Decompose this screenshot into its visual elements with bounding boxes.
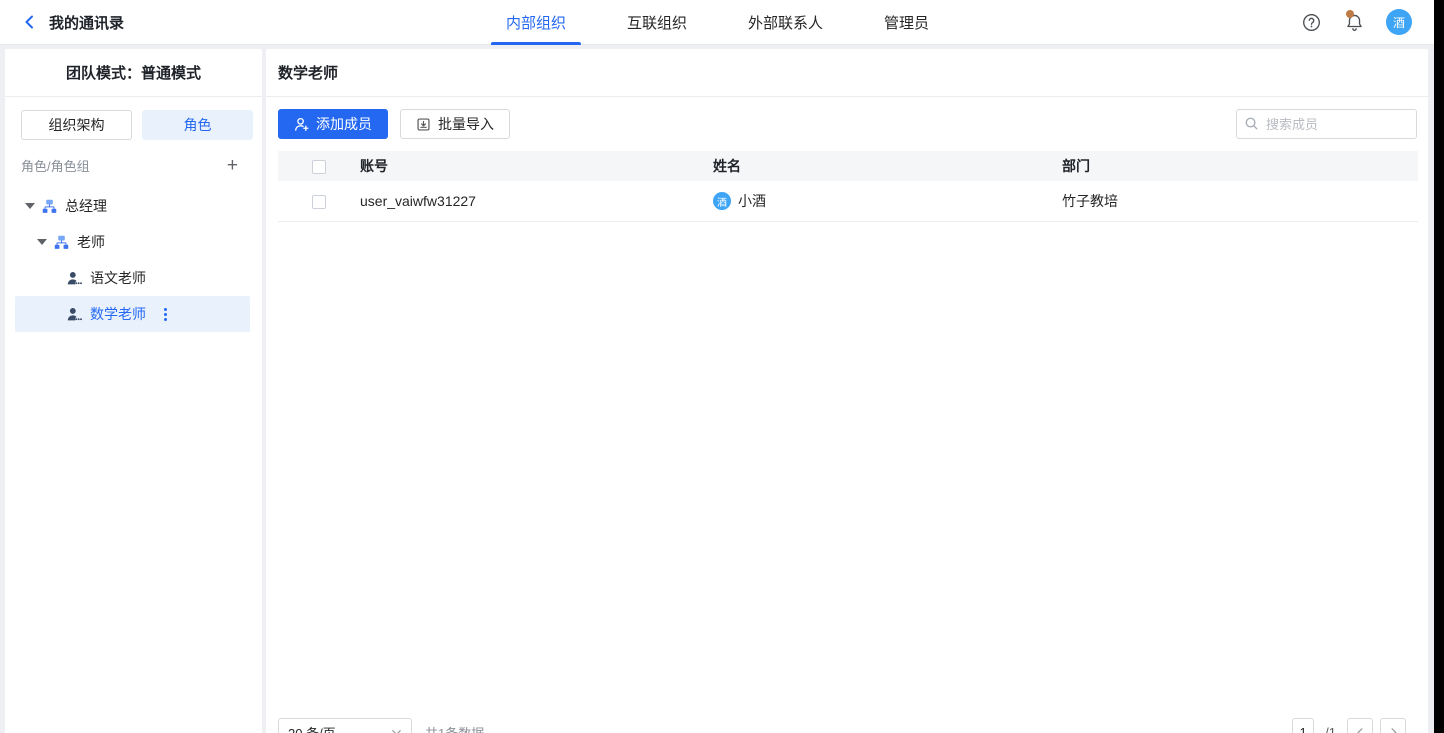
sidebar-toggle-group: 组织架构 角色 — [5, 97, 262, 140]
total-count-label: 共1条数据 — [425, 723, 484, 733]
notifications-button[interactable] — [1343, 11, 1365, 33]
more-options-icon[interactable] — [164, 308, 167, 321]
main-panel: 数学老师 添加成员 批量导入 账号 — [266, 49, 1428, 733]
app-root: 我的通讯录 内部组织 互联组织 外部联系人 管理员 酒 团队模式：普通模式 组织… — [0, 0, 1444, 733]
batch-import-label: 批量导入 — [438, 114, 494, 134]
current-page-input[interactable]: 1 — [1292, 718, 1314, 733]
tab-external-contacts[interactable]: 外部联系人 — [733, 0, 838, 45]
batch-import-button[interactable]: 批量导入 — [400, 109, 510, 139]
person-add-icon — [294, 117, 309, 132]
team-mode-label: 团队模式：普通模式 — [5, 49, 262, 97]
role-group-label: 角色/角色组 — [21, 156, 90, 175]
page-title: 我的通讯录 — [49, 12, 124, 33]
members-table: 账号 姓名 部门 user_vaiwfw31227 酒 小酒 竹子教培 — [278, 151, 1418, 222]
table-header-row: 账号 姓名 部门 — [278, 151, 1418, 181]
department-cell: 竹子教培 — [1062, 181, 1418, 222]
pagination-bar: 20 条/页 共1条数据 1 /1 — [278, 717, 1406, 733]
search-box — [1236, 109, 1417, 139]
tree-item-chinese-teacher[interactable]: 语文老师 — [15, 260, 250, 296]
tab-internal-org[interactable]: 内部组织 — [491, 0, 581, 45]
import-icon — [416, 117, 431, 132]
search-input[interactable] — [1236, 109, 1417, 139]
topbar-right: 酒 — [1300, 9, 1444, 35]
chevron-down-icon — [391, 727, 402, 733]
column-header-name: 姓名 — [713, 151, 1062, 181]
table-row[interactable]: user_vaiwfw31227 酒 小酒 竹子教培 — [278, 181, 1418, 222]
role-group-section: 角色/角色组 + — [5, 148, 262, 182]
account-cell: user_vaiwfw31227 — [360, 181, 713, 222]
member-avatar: 酒 — [713, 192, 731, 210]
add-member-label: 添加成员 — [316, 114, 372, 134]
chevron-right-icon — [1388, 727, 1399, 733]
sidebar: 团队模式：普通模式 组织架构 角色 角色/角色组 + 总经理 老师 — [5, 49, 262, 733]
tree-item-label: 数学老师 — [90, 304, 146, 324]
org-structure-button[interactable]: 组织架构 — [21, 110, 132, 140]
tree-item-label: 语文老师 — [90, 268, 146, 288]
select-all-checkbox[interactable] — [312, 160, 326, 174]
help-button[interactable] — [1300, 11, 1322, 33]
total-pages-label: /1 — [1325, 725, 1336, 733]
caret-down-icon[interactable] — [37, 239, 47, 245]
page-size-value: 20 条/页 — [288, 723, 336, 733]
tree-item-label: 总经理 — [65, 196, 107, 216]
add-role-button[interactable]: + — [227, 156, 238, 175]
tree-item-math-teacher[interactable]: 数学老师 — [15, 296, 250, 332]
caret-down-icon[interactable] — [25, 203, 35, 209]
role-person-icon — [67, 271, 82, 286]
pager: 1 /1 — [1292, 718, 1406, 733]
column-header-department: 部门 — [1062, 151, 1418, 181]
name-cell: 酒 小酒 — [713, 181, 1062, 221]
tree-item-label: 老师 — [77, 232, 105, 252]
back-button[interactable] — [22, 14, 38, 30]
search-icon — [1244, 116, 1259, 136]
member-name: 小酒 — [738, 191, 766, 211]
org-node-icon — [42, 199, 57, 214]
role-tree: 总经理 老师 语文老师 数学老师 — [5, 188, 262, 332]
notification-dot — [1346, 10, 1354, 18]
user-avatar[interactable]: 酒 — [1386, 9, 1412, 35]
role-person-icon — [67, 307, 82, 322]
tree-item-teacher[interactable]: 老师 — [15, 224, 250, 260]
add-member-button[interactable]: 添加成员 — [278, 109, 388, 139]
prev-page-button[interactable] — [1347, 718, 1373, 733]
right-edge-strip — [1434, 0, 1444, 733]
top-tabs: 内部组织 互联组织 外部联系人 管理员 — [491, 0, 944, 45]
page-size-select[interactable]: 20 条/页 — [278, 718, 412, 733]
topbar-left: 我的通讯录 — [0, 12, 124, 33]
chevron-left-icon — [22, 14, 38, 30]
help-icon — [1302, 13, 1321, 32]
tab-label: 内部组织 — [506, 12, 566, 33]
role-button[interactable]: 角色 — [142, 110, 253, 140]
topbar: 我的通讯录 内部组织 互联组织 外部联系人 管理员 酒 — [0, 0, 1444, 45]
row-checkbox[interactable] — [312, 195, 326, 209]
tab-admin[interactable]: 管理员 — [869, 0, 944, 45]
next-page-button[interactable] — [1380, 718, 1406, 733]
column-header-account: 账号 — [360, 151, 713, 181]
tab-label: 管理员 — [884, 12, 929, 33]
org-node-icon — [54, 235, 69, 250]
tab-connected-org[interactable]: 互联组织 — [612, 0, 702, 45]
chevron-left-icon — [1355, 727, 1366, 733]
tab-label: 互联组织 — [627, 12, 687, 33]
toolbar: 添加成员 批量导入 — [266, 97, 1428, 139]
section-title: 数学老师 — [266, 49, 1428, 97]
tree-item-general-manager[interactable]: 总经理 — [15, 188, 250, 224]
tab-label: 外部联系人 — [748, 12, 823, 33]
